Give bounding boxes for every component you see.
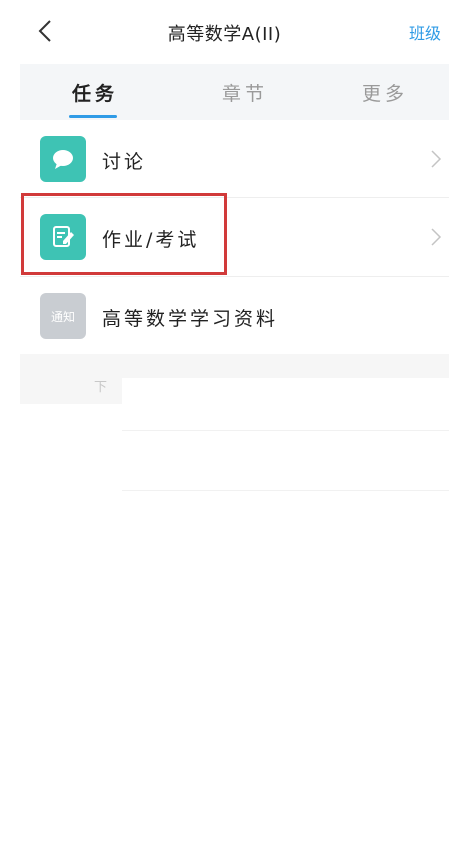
list-item-homework-exam[interactable]: 作业/考试 <box>20 198 449 276</box>
chat-bubble-icon <box>40 136 86 182</box>
divider <box>122 430 449 431</box>
list-item-notice[interactable]: 通知 高等数学学习资料 <box>20 277 449 355</box>
class-button[interactable]: 班级 <box>409 20 441 44</box>
list-item-discussion[interactable]: 讨论 <box>20 120 449 198</box>
tab-more[interactable]: 更多 <box>350 64 420 120</box>
top-bar: 高等数学A(II) 班级 <box>0 0 449 64</box>
tab-tasks[interactable]: 任务 <box>60 64 130 120</box>
tab-bar: 任务 章节 更多 <box>20 64 449 120</box>
list-item-label: 高等数学学习资料 <box>102 308 279 330</box>
overlay-panel <box>122 378 449 544</box>
edit-note-icon <box>40 214 86 260</box>
active-tab-indicator <box>69 115 117 118</box>
notice-icon: 通知 <box>40 293 86 339</box>
list-item-label: 讨论 <box>102 151 147 173</box>
page-title: 高等数学A(II) <box>167 24 282 45</box>
partial-text: 下 <box>94 380 108 395</box>
list-item-label: 作业/考试 <box>102 229 200 251</box>
divider <box>122 490 449 491</box>
chevron-right-icon <box>431 150 442 168</box>
tab-chapters[interactable]: 章节 <box>210 64 280 120</box>
chevron-right-icon <box>431 228 442 246</box>
